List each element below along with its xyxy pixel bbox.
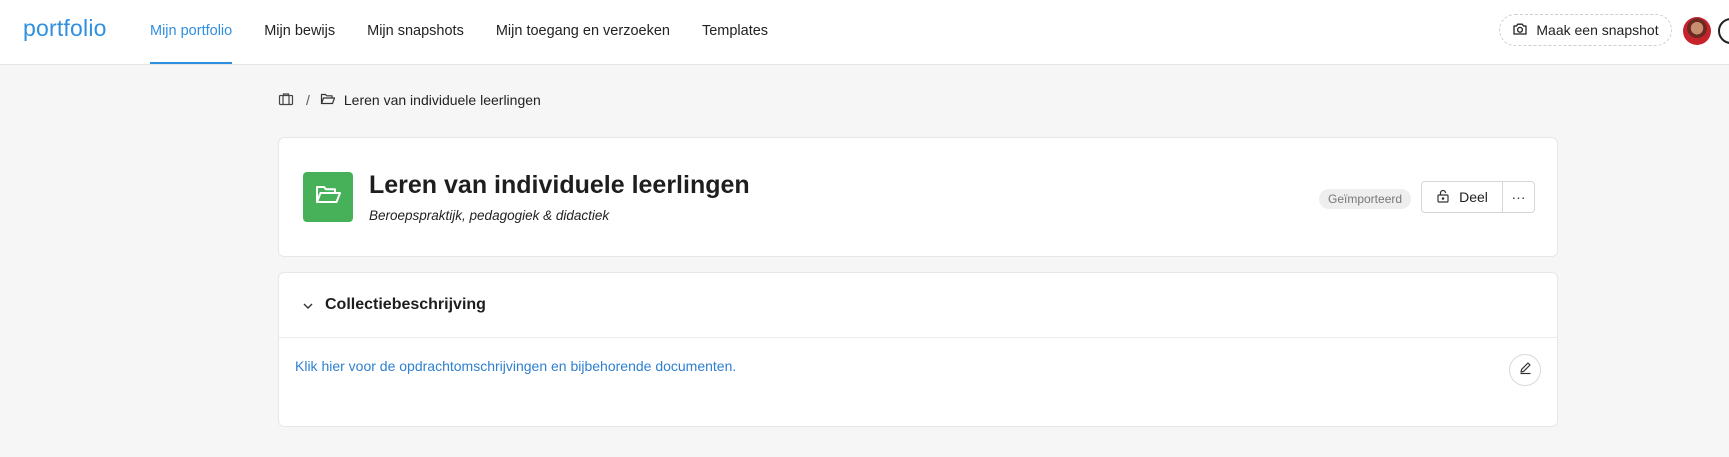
lock-open-icon: [1436, 189, 1450, 206]
breadcrumb: / Leren van individuele leerlingen: [278, 90, 541, 110]
collection-description-card: Collectiebeschrijving Klik hier voor de …: [278, 272, 1558, 427]
collection-title: Leren van individuele leerlingen: [369, 171, 750, 199]
assignment-documents-link[interactable]: Klik hier voor de opdrachtomschrijvingen…: [295, 358, 736, 374]
breadcrumb-current-label: Leren van individuele leerlingen: [343, 92, 541, 108]
briefcase-icon[interactable]: [278, 91, 294, 110]
nav-item-mijn-portfolio[interactable]: Mijn portfolio: [150, 0, 233, 64]
chevron-down-icon[interactable]: [301, 299, 315, 313]
make-snapshot-button[interactable]: Maak een snapshot: [1499, 14, 1672, 46]
nav-item-templates[interactable]: Templates: [702, 0, 768, 64]
folder-open-icon: [320, 91, 336, 110]
description-heading: Collectiebeschrijving: [325, 296, 486, 313]
share-label: Deel: [1459, 189, 1488, 205]
collection-subtitle: Beroepspraktijk, pedagogiek & didactiek: [369, 208, 610, 223]
collection-folder-tile: [303, 172, 353, 222]
pencil-icon: [1518, 360, 1533, 380]
more-options-button[interactable]: ···: [1502, 181, 1535, 213]
account-circle-icon[interactable]: [1718, 18, 1729, 44]
nav-item-mijn-snapshots[interactable]: Mijn snapshots: [367, 0, 464, 64]
portfolio-logo[interactable]: portfolio: [23, 15, 107, 42]
edit-description-button[interactable]: [1509, 354, 1541, 386]
main-nav: Mijn portfolio Mijn bewijs Mijn snapshot…: [150, 0, 800, 64]
breadcrumb-separator: /: [306, 92, 310, 108]
folder-open-icon: [314, 181, 342, 214]
user-avatar[interactable]: [1683, 17, 1711, 45]
collection-header-card: Leren van individuele leerlingen Beroeps…: [278, 137, 1558, 257]
nav-item-mijn-bewijs[interactable]: Mijn bewijs: [264, 0, 335, 64]
camera-icon: [1512, 21, 1528, 40]
share-button[interactable]: Deel: [1421, 181, 1503, 213]
description-header[interactable]: Collectiebeschrijving: [279, 273, 1557, 338]
imported-badge: Geïmporteerd: [1319, 189, 1412, 209]
top-navigation-bar: portfolio Mijn portfolio Mijn bewijs Mij…: [0, 0, 1729, 65]
nav-item-mijn-toegang[interactable]: Mijn toegang en verzoeken: [496, 0, 670, 64]
make-snapshot-label: Maak een snapshot: [1536, 22, 1659, 38]
breadcrumb-current: Leren van individuele leerlingen: [320, 91, 541, 110]
